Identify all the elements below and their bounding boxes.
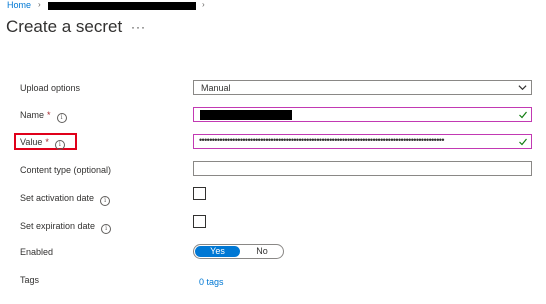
activation-date-checkbox[interactable] — [193, 187, 206, 200]
upload-options-dropdown[interactable]: Manual — [193, 80, 532, 95]
value-label: Value * i — [20, 136, 65, 150]
breadcrumb-separator: › — [38, 0, 41, 9]
enabled-label: Enabled — [20, 247, 54, 257]
info-icon[interactable]: i — [56, 113, 67, 123]
expiration-date-label: Set expiration date i — [20, 220, 112, 234]
page-title: Create a secret — [6, 17, 123, 36]
expiration-date-label-text: Set expiration date — [20, 221, 96, 231]
info-icon[interactable]: i — [54, 140, 65, 150]
name-input-redacted-value — [200, 110, 292, 120]
activation-date-label: Set activation date i — [20, 192, 111, 206]
expiration-date-checkbox[interactable] — [193, 215, 206, 228]
chevron-down-icon — [518, 85, 527, 91]
content-type-label: Content type (optional) — [20, 165, 112, 175]
value-input-masked-text: ••••••••••••••••••••••••••••••••••••••••… — [199, 135, 444, 145]
enabled-yes-option[interactable]: Yes — [195, 246, 240, 257]
tags-link[interactable]: 0 tags — [199, 276, 224, 288]
breadcrumb-separator: › — [202, 0, 205, 9]
name-label-text: Name — [20, 110, 45, 120]
value-label-text: Value — [20, 137, 43, 147]
value-input[interactable]: ••••••••••••••••••••••••••••••••••••••••… — [193, 134, 532, 149]
enabled-no-option[interactable]: No — [242, 246, 282, 257]
upload-options-label: Upload options — [20, 83, 81, 93]
checkmark-icon — [519, 111, 527, 119]
info-icon[interactable]: i — [101, 224, 112, 234]
required-asterisk: * — [45, 137, 49, 147]
name-input[interactable] — [193, 107, 532, 122]
more-actions-button[interactable]: ··· — [131, 16, 146, 38]
name-label: Name * i — [20, 109, 67, 123]
breadcrumb-home-link[interactable]: Home — [7, 0, 31, 10]
upload-options-selected: Manual — [201, 83, 231, 93]
breadcrumb-redacted-item — [48, 2, 196, 10]
info-icon[interactable]: i — [100, 196, 111, 206]
enabled-toggle[interactable]: Yes No — [193, 244, 284, 259]
content-type-input[interactable] — [193, 161, 532, 176]
activation-date-label-text: Set activation date — [20, 193, 95, 203]
required-asterisk: * — [47, 110, 51, 120]
tags-label: Tags — [20, 275, 40, 285]
checkmark-icon — [519, 138, 527, 146]
